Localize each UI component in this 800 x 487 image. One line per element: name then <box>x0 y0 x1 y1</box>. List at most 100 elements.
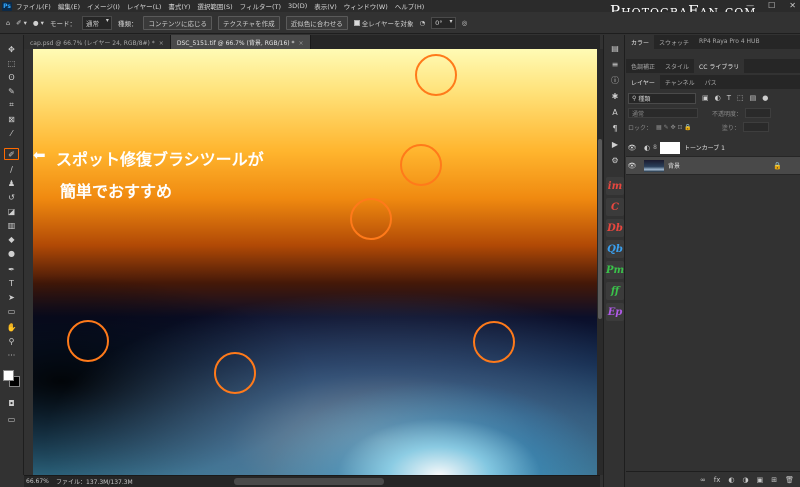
filter-pixel-icon[interactable]: ▣ <box>702 94 709 102</box>
close-icon[interactable]: × <box>159 40 164 47</box>
menu-layer[interactable]: レイヤー(L) <box>127 1 162 11</box>
tab-cap-psd[interactable]: cap.psd @ 66.7% (レイヤー 24, RGB/8#) * × <box>24 35 171 49</box>
path-select-tool-icon[interactable]: ➤ <box>4 291 19 303</box>
filter-toggle-icon[interactable]: ● <box>762 94 768 102</box>
info-panel-icon[interactable]: ⓘ <box>609 75 621 86</box>
blend-mode-select[interactable]: 通常 <box>628 108 698 118</box>
layer-mask-thumbnail[interactable] <box>659 141 680 154</box>
brush-settings-icon[interactable]: ✱ <box>609 91 621 102</box>
plugin-pm-icon[interactable]: Pm <box>606 261 624 279</box>
minimize-icon[interactable]: — <box>746 1 754 10</box>
maximize-icon[interactable]: ☐ <box>768 1 775 10</box>
new-adjustment-layer-icon[interactable]: ◑ <box>743 476 749 484</box>
add-mask-icon[interactable]: ◐ <box>728 476 734 484</box>
spot-healing-brush-tool-icon[interactable]: ✐ <box>4 148 19 160</box>
character-panel-icon[interactable]: A <box>609 107 621 118</box>
layer-filter-select[interactable]: ⚲ 種類 <box>628 92 696 104</box>
visibility-eye-icon[interactable]: 👁 <box>626 162 638 170</box>
menu-type[interactable]: 書式(Y) <box>168 1 190 11</box>
sample-all-layers-checkbox[interactable]: 全レイヤーを対象 <box>353 18 414 28</box>
tab-cc-libraries[interactable]: CC ライブラリ <box>694 59 745 73</box>
type-proximity-match-button[interactable]: 近似色に合わせる <box>285 15 348 30</box>
fill-field[interactable] <box>742 122 769 132</box>
screen-mode-icon[interactable]: ▭ <box>4 413 19 425</box>
foreground-color-swatch[interactable] <box>3 370 14 381</box>
tab-styles[interactable]: スタイル <box>660 59 694 73</box>
file-size-info[interactable]: ファイル：137.3M/137.3M <box>56 477 256 486</box>
type-tool-icon[interactable]: T <box>4 277 19 289</box>
tab-channels[interactable]: チャンネル <box>660 75 700 89</box>
mode-select[interactable]: 通常 <box>81 15 112 30</box>
menu-select[interactable]: 選択範囲(S) <box>197 1 232 11</box>
plugin-qb-icon[interactable]: Qb <box>606 240 624 258</box>
filter-shape-icon[interactable]: ⬚ <box>737 94 744 102</box>
layer-thumbnail[interactable] <box>644 159 664 172</box>
tab-adjustments[interactable]: 色調補正 <box>626 59 660 73</box>
filter-type-icon[interactable]: T <box>727 94 731 102</box>
zoom-level[interactable]: 66.67% <box>26 478 56 485</box>
visibility-eye-icon[interactable]: 👁 <box>626 144 638 152</box>
pressure-icon[interactable]: ◎ <box>462 19 468 27</box>
zoom-tool-icon[interactable]: ⚲ <box>4 335 19 347</box>
angle-field[interactable]: 0° <box>431 16 456 29</box>
history-panel-icon[interactable]: ▤ <box>609 43 621 54</box>
tab-paths[interactable]: パス <box>700 75 722 89</box>
delete-layer-icon[interactable]: 🗑 <box>785 476 794 484</box>
adjustments-panel-icon[interactable]: ⚙ <box>609 155 621 166</box>
paragraph-panel-icon[interactable]: ¶ <box>609 123 621 134</box>
horizontal-scrollbar[interactable] <box>234 478 384 485</box>
new-group-icon[interactable]: ▣ <box>757 476 764 484</box>
hand-tool-icon[interactable]: ✋ <box>4 321 19 333</box>
brush-tool-icon[interactable]: ∕ <box>4 163 19 175</box>
close-icon[interactable]: × <box>299 40 304 47</box>
blur-tool-icon[interactable]: ◆ <box>4 233 19 245</box>
menu-3d[interactable]: 3D(D) <box>288 2 307 10</box>
document-canvas[interactable] <box>33 49 597 475</box>
actions-panel-icon[interactable]: ▶ <box>609 139 621 150</box>
gradient-tool-icon[interactable]: ▥ <box>4 219 19 231</box>
shape-tool-icon[interactable]: ▭ <box>4 305 19 317</box>
eraser-tool-icon[interactable]: ◪ <box>4 205 19 217</box>
plugin-db-icon[interactable]: Db <box>606 219 624 237</box>
tool-preset-icon[interactable]: ✐ ▾ <box>16 19 27 27</box>
quick-mask-icon[interactable]: ◘ <box>4 397 19 409</box>
plugin-im-icon[interactable]: im <box>606 177 624 195</box>
plugin-ep-icon[interactable]: Ep <box>606 303 624 321</box>
tab-dsc-5151[interactable]: DSC_5151.tif @ 66.7% (背景, RGB/16) * × <box>170 35 311 49</box>
opacity-field[interactable] <box>745 108 772 118</box>
quick-select-tool-icon[interactable]: ✎ <box>4 85 19 97</box>
brush-size-icon[interactable]: ● ▾ <box>33 19 44 27</box>
type-create-texture-button[interactable]: テクスチャを作成 <box>217 15 280 30</box>
plugin-ff-icon[interactable]: ff <box>606 282 624 300</box>
home-icon[interactable]: ⌂ <box>6 19 10 27</box>
menu-help[interactable]: ヘルプ(H) <box>395 1 424 11</box>
properties-panel-icon[interactable]: ≡ <box>609 59 621 70</box>
link-layers-icon[interactable]: ∞ <box>700 476 706 484</box>
tab-layers[interactable]: レイヤー <box>626 75 660 89</box>
close-icon[interactable]: ✕ <box>789 1 796 10</box>
vertical-scroll-thumb[interactable] <box>598 139 602 319</box>
new-layer-icon[interactable]: ⊞ <box>771 476 777 484</box>
eyedropper-tool-icon[interactable]: ⁄ <box>4 127 19 139</box>
pen-tool-icon[interactable]: ✒ <box>4 263 19 275</box>
tab-swatches[interactable]: スウォッチ <box>654 35 694 49</box>
menu-image[interactable]: イメージ(I) <box>87 1 120 11</box>
menu-window[interactable]: ウィンドウ(W) <box>344 1 388 11</box>
filter-adjustment-icon[interactable]: ◐ <box>715 94 721 102</box>
filter-smart-object-icon[interactable]: ▤ <box>750 94 757 102</box>
link-icon[interactable]: 8 <box>653 144 657 151</box>
layer-style-icon[interactable]: fx <box>714 476 721 484</box>
menu-file[interactable]: ファイル(F) <box>16 1 51 11</box>
layer-row-background[interactable]: 👁 背景 🔒 <box>626 157 800 175</box>
lasso-tool-icon[interactable]: ʘ <box>4 71 19 83</box>
move-tool-icon[interactable]: ✥ <box>4 43 19 55</box>
frame-tool-icon[interactable]: ⊠ <box>4 113 19 125</box>
history-brush-tool-icon[interactable]: ↺ <box>4 191 19 203</box>
clone-stamp-tool-icon[interactable]: ♟ <box>4 177 19 189</box>
type-content-aware-button[interactable]: コンテンツに応じる <box>143 15 212 30</box>
menu-edit[interactable]: 編集(E) <box>58 1 80 11</box>
lock-options-icon[interactable]: ▦ ✎ ✥ ⊡ 🔒 <box>656 124 692 131</box>
menu-view[interactable]: 表示(V) <box>314 1 337 11</box>
dodge-tool-icon[interactable]: ● <box>4 247 19 259</box>
edit-toolbar-icon[interactable]: ··· <box>4 349 19 361</box>
